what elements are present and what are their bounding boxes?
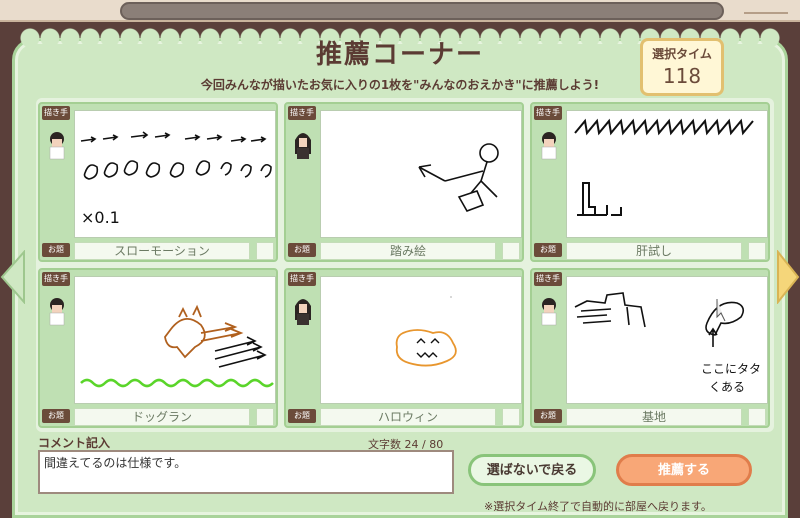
timer-value: 118 xyxy=(662,64,702,88)
topic-label: お題 xyxy=(288,243,316,257)
drawing-image xyxy=(395,296,457,367)
comment-label: コメント記入 xyxy=(38,436,111,450)
next-page-arrow[interactable] xyxy=(776,249,800,305)
drawing-image xyxy=(80,304,274,388)
arrow-right-icon xyxy=(777,249,800,305)
artist-label: 描き手 xyxy=(42,106,70,120)
recommend-button[interactable]: 推薦する xyxy=(616,454,752,486)
drawing-image: ×0.1 xyxy=(80,131,272,227)
comment-input[interactable]: 間違えてるのは仕様です。 xyxy=(38,450,454,494)
select-checkbox[interactable] xyxy=(748,408,766,426)
select-checkbox[interactable] xyxy=(748,242,766,260)
drawing-canvas[interactable]: ×0.1 xyxy=(74,110,276,238)
drawing-canvas[interactable] xyxy=(74,276,276,404)
select-checkbox[interactable] xyxy=(502,242,520,260)
topic-text: スローモーション xyxy=(74,242,250,260)
artist-label: 描き手 xyxy=(534,272,562,286)
artist-label: 描き手 xyxy=(534,106,562,120)
drawing-caption-base-1: ここにタタ xyxy=(701,362,761,376)
avatar xyxy=(541,298,557,326)
drawing-card[interactable]: 描き手 お題 踏み絵 xyxy=(284,102,524,262)
avatar xyxy=(541,132,557,160)
drawing-image xyxy=(574,118,754,216)
top-decoration xyxy=(744,6,788,14)
progress-bar xyxy=(120,2,724,20)
topic-label: お題 xyxy=(534,409,562,423)
timer-label: 選択タイム xyxy=(652,47,712,61)
drawing-canvas[interactable] xyxy=(320,276,522,404)
artist-label: 描き手 xyxy=(288,272,316,286)
topic-text: 基地 xyxy=(566,408,742,426)
drawing-caption-base-2: くある xyxy=(709,380,745,394)
drawing-canvas[interactable] xyxy=(320,110,522,238)
selection-timer: 選択タイム 118 xyxy=(640,38,724,96)
page-title: 推薦コーナー xyxy=(315,40,484,70)
topic-text: ハロウィン xyxy=(320,408,496,426)
drawing-caption-slowmo: ×0.1 xyxy=(81,208,120,227)
page-subtitle: 今回みんなが描いたお気に入りの1枚を"みんなのおえかき"に推薦しよう! xyxy=(200,78,600,92)
select-checkbox[interactable] xyxy=(256,242,274,260)
artist-label: 描き手 xyxy=(288,106,316,120)
avatar xyxy=(295,133,311,159)
avatar xyxy=(49,298,65,326)
drawing-card[interactable]: 描き手 ここにタタ くある お題 基地 xyxy=(530,268,770,428)
drawing-image: ここにタタ くある xyxy=(574,292,761,394)
skip-button[interactable]: 選ばないで戻る xyxy=(468,454,596,486)
topic-text: 踏み絵 xyxy=(320,242,496,260)
topic-text: ドッグラン xyxy=(74,408,250,426)
drawing-image xyxy=(418,143,499,212)
artist-label: 描き手 xyxy=(42,272,70,286)
drawing-card[interactable]: 描き手 お題 ドッグラン xyxy=(38,268,278,428)
drawing-canvas[interactable]: ここにタタ くある xyxy=(566,276,768,404)
prev-page-arrow[interactable] xyxy=(0,249,26,305)
select-checkbox[interactable] xyxy=(256,408,274,426)
select-checkbox[interactable] xyxy=(502,408,520,426)
drawing-card[interactable]: 描き手 お題 肝試し xyxy=(530,102,770,262)
avatar xyxy=(295,299,311,325)
topic-label: お題 xyxy=(288,409,316,423)
drawing-canvas[interactable] xyxy=(566,110,768,238)
drawing-card[interactable]: 描き手 お題 ハロウィン xyxy=(284,268,524,428)
avatar xyxy=(49,132,65,160)
topic-text: 肝試し xyxy=(566,242,742,260)
drawings-grid: 描き手 ×0.1 お題 スローモーション 描き手 お題 踏み絵 描き手 お題 肝… xyxy=(36,98,774,432)
topic-label: お題 xyxy=(534,243,562,257)
drawing-card[interactable]: 描き手 ×0.1 お題 スローモーション xyxy=(38,102,278,262)
topic-label: お題 xyxy=(42,243,70,257)
footnote: ※選択タイム終了で自動的に部屋へ戻ります。 xyxy=(484,500,712,513)
arrow-left-icon xyxy=(0,249,25,305)
topic-label: お題 xyxy=(42,409,70,423)
